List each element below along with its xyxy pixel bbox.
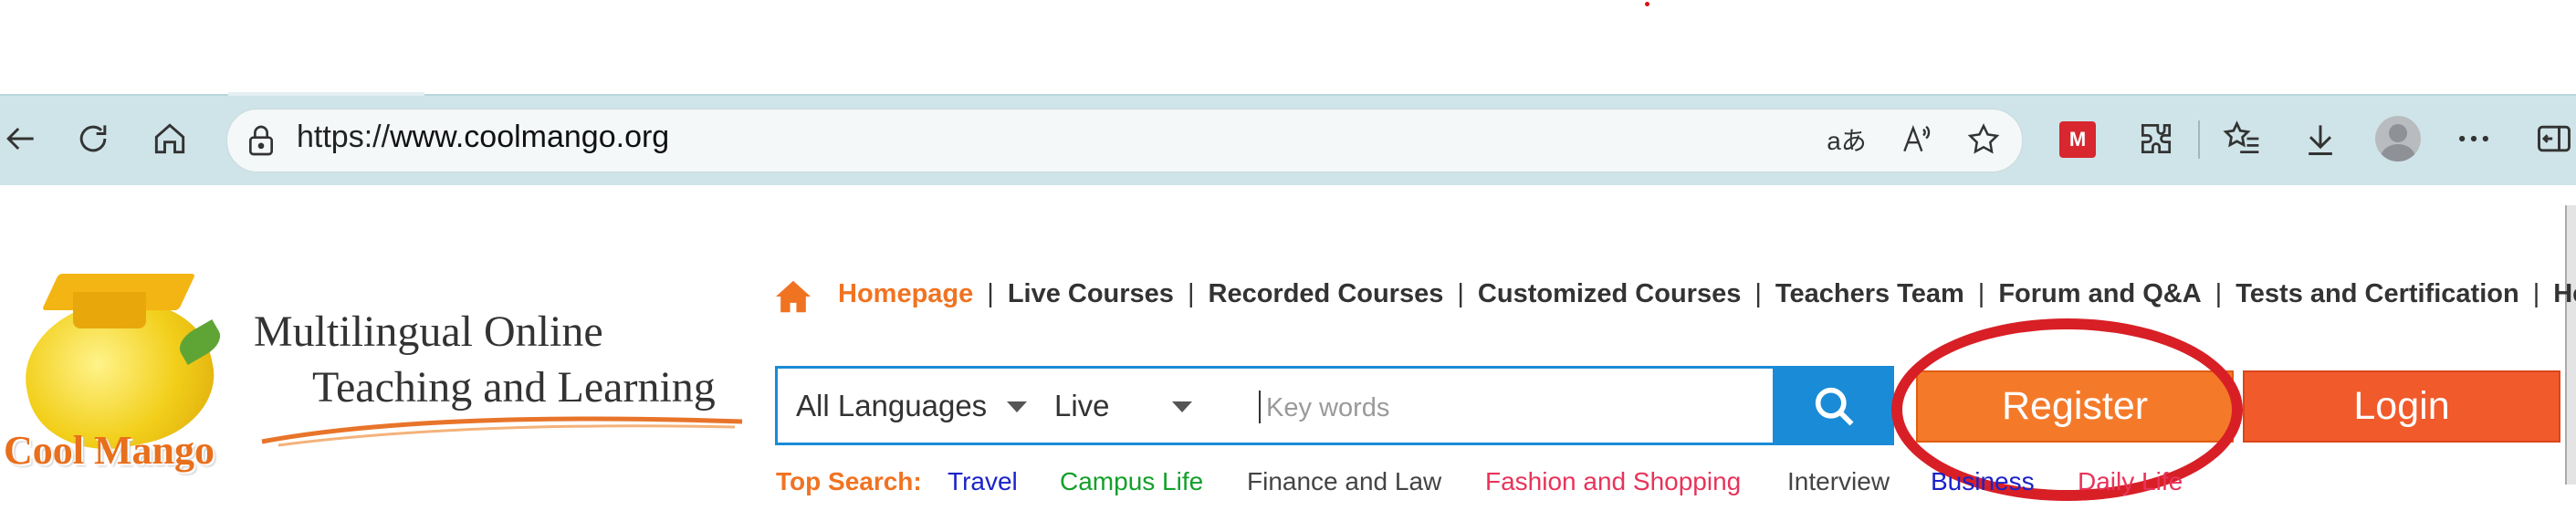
top-search-link[interactable]: Travel [948, 467, 1018, 496]
search-icon [1815, 387, 1853, 425]
top-search-link[interactable]: Fashion and Shopping [1485, 467, 1741, 496]
nav-homepage[interactable]: Homepage [838, 279, 973, 309]
top-search-link[interactable]: Business [1931, 467, 2035, 496]
mendeley-extension-icon[interactable]: M [2059, 121, 2096, 158]
logo-tagline-line1: Multilingual Online [254, 307, 603, 356]
url-text[interactable]: https://www.coolmango.org [297, 120, 669, 155]
nav-help-center[interactable]: Help C [2553, 279, 2576, 309]
main-nav: Homepage | Live Courses | Recorded Cours… [838, 279, 2576, 309]
nav-customized-courses[interactable]: Customized Courses [1478, 279, 1741, 309]
page-scrollbar[interactable] [2565, 205, 2576, 485]
graduation-cap-base [73, 292, 146, 328]
red-dot-marker [1645, 2, 1649, 6]
favorites-icon[interactable] [2216, 113, 2267, 164]
nav-separator: | [2532, 279, 2540, 308]
logo-tagline-line2: Teaching and Learning [312, 363, 716, 412]
top-search-link[interactable]: Interview [1787, 467, 1890, 496]
chevron-down-icon[interactable] [1172, 401, 1192, 412]
sidebar-icon[interactable] [2529, 113, 2576, 164]
keyword-search-input[interactable] [1264, 389, 1761, 427]
nav-teachers-team[interactable]: Teachers Team [1775, 279, 1964, 309]
logo-brand[interactable]: Cool Mango [4, 427, 215, 474]
search-button[interactable] [1773, 366, 1894, 445]
read-aloud-icon[interactable] [1893, 117, 1939, 162]
nav-separator: | [987, 279, 994, 308]
url-domain: www.coolmango.org [390, 120, 670, 154]
logo-swoosh [261, 416, 743, 447]
mendeley-glyph: M [2068, 128, 2087, 151]
lock-icon[interactable] [243, 122, 279, 159]
nav-recorded-courses[interactable]: Recorded Courses [1209, 279, 1444, 309]
more-icon[interactable] [2448, 113, 2499, 164]
refresh-icon[interactable] [68, 113, 119, 164]
nav-separator: | [1457, 279, 1464, 308]
nav-separator: | [1754, 279, 1762, 308]
top-search-link[interactable]: Daily Life [2078, 467, 2183, 496]
home-nav-icon[interactable] [774, 279, 812, 314]
top-search-label: Top Search: [776, 467, 922, 495]
language-select-value: All Languages [796, 389, 988, 422]
profile-avatar[interactable] [2375, 116, 2421, 162]
back-icon[interactable] [0, 113, 46, 164]
translate-glyph: aあ [1827, 127, 1867, 155]
downloads-icon[interactable] [2295, 113, 2346, 164]
toolbar-separator [2198, 120, 2200, 159]
top-search-link[interactable]: Campus Life [1060, 467, 1203, 496]
tab-strip-edge [228, 92, 424, 96]
url-prefix: https:// [297, 120, 391, 154]
nav-separator: | [2215, 279, 2223, 308]
home-icon[interactable] [144, 113, 195, 164]
nav-separator: | [1187, 279, 1195, 308]
nav-forum-qa[interactable]: Forum and Q&A [1998, 279, 2201, 309]
login-button[interactable]: Login [2243, 370, 2560, 443]
extensions-icon[interactable] [2131, 113, 2182, 164]
text-cursor [1259, 391, 1261, 423]
language-select[interactable]: All Languages [796, 389, 987, 423]
nav-live-courses[interactable]: Live Courses [1008, 279, 1174, 309]
type-select-value: Live [1054, 389, 1110, 422]
nav-tests-certification[interactable]: Tests and Certification [2236, 279, 2518, 309]
type-select[interactable]: Live [1054, 389, 1110, 423]
chevron-down-icon[interactable] [1007, 401, 1027, 412]
favorite-star-icon[interactable] [1961, 117, 2006, 162]
nav-separator: | [1977, 279, 1985, 308]
top-search-link[interactable]: Finance and Law [1247, 467, 1441, 496]
translate-icon[interactable]: aあ [1824, 117, 1869, 162]
